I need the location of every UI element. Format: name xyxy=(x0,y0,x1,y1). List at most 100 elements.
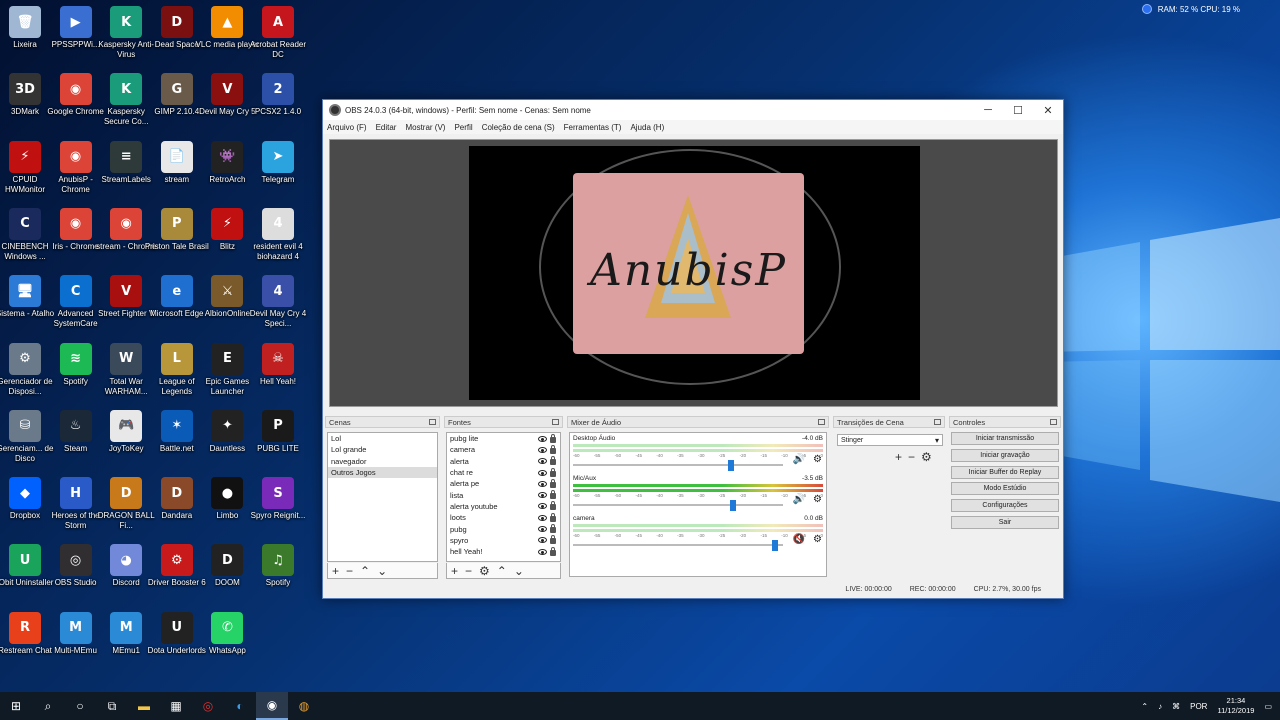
source-item[interactable]: alerta pe xyxy=(447,478,560,489)
gear-icon[interactable]: ⚙ xyxy=(813,454,822,465)
eye-icon[interactable] xyxy=(538,526,547,533)
chevron-up-icon[interactable]: ⌃ xyxy=(1141,702,1148,711)
move-up-icon[interactable]: ⌃ xyxy=(360,564,370,578)
move-down-icon[interactable]: ⌄ xyxy=(377,564,387,578)
move-up-icon[interactable]: ⌃ xyxy=(497,564,507,578)
gear-icon[interactable]: ⚙ xyxy=(921,450,932,464)
desktop-icon[interactable]: 4 resident evil 4 biohazard 4 xyxy=(246,204,310,270)
move-down-icon[interactable]: ⌄ xyxy=(514,564,524,578)
clock[interactable]: 21:34 11/12/2019 xyxy=(1217,696,1254,716)
lock-icon[interactable] xyxy=(550,433,556,443)
task-view-icon[interactable]: ⧉ xyxy=(96,692,128,720)
desktop-icon[interactable]: A Acrobat Reader DC xyxy=(246,2,310,68)
slider-knob[interactable] xyxy=(771,540,778,551)
scene-item[interactable]: navegador xyxy=(328,456,437,467)
lock-icon[interactable] xyxy=(550,535,556,545)
speaker-icon[interactable]: 🔊 xyxy=(793,494,805,505)
add-transition-button[interactable]: + xyxy=(895,450,902,464)
menu-mostrar[interactable]: Mostrar (V) xyxy=(405,123,445,132)
desktop-icon[interactable]: 4 Devil May Cry 4 Speci... xyxy=(246,271,310,337)
maximize-button[interactable]: ☐ xyxy=(1003,100,1033,120)
menu-editar[interactable]: Editar xyxy=(376,123,397,132)
source-item[interactable]: pubg xyxy=(447,523,560,534)
gear-icon[interactable]: ⚙ xyxy=(813,534,822,545)
lock-icon[interactable] xyxy=(550,546,556,556)
volume-slider[interactable] xyxy=(573,540,783,551)
slider-knob[interactable] xyxy=(729,500,736,511)
gear-icon[interactable]: ⚙ xyxy=(479,564,490,578)
file-explorer-icon[interactable]: ▬ xyxy=(128,692,160,720)
scene-item[interactable]: Lol xyxy=(328,433,437,444)
scene-item[interactable]: Outros Jogos xyxy=(328,466,437,479)
close-button[interactable]: ✕ xyxy=(1033,100,1063,120)
add-scene-button[interactable]: + xyxy=(332,564,339,578)
float-icon[interactable] xyxy=(552,419,559,425)
float-icon[interactable] xyxy=(429,419,436,425)
remove-transition-button[interactable]: − xyxy=(908,450,915,464)
search-icon[interactable]: ⌕ xyxy=(32,692,64,720)
lock-icon[interactable] xyxy=(550,501,556,511)
eye-icon[interactable] xyxy=(538,514,547,521)
cortana-icon[interactable]: ○ xyxy=(64,692,96,720)
menu-arquivo[interactable]: Arquivo (F) xyxy=(327,123,367,132)
eye-icon[interactable] xyxy=(538,548,547,555)
scene-item[interactable]: Lol grande xyxy=(328,444,437,455)
source-item[interactable]: alerta xyxy=(447,456,560,467)
start-recording-button[interactable]: Iniciar gravação xyxy=(951,448,1059,462)
menu-ferramentas[interactable]: Ferramentas (T) xyxy=(564,123,622,132)
source-item[interactable]: camera xyxy=(447,444,560,455)
remove-scene-button[interactable]: − xyxy=(346,564,353,578)
lock-icon[interactable] xyxy=(550,490,556,500)
menu-ajuda[interactable]: Ajuda (H) xyxy=(630,123,664,132)
preview-area[interactable]: AnubisP xyxy=(329,139,1058,407)
volume-slider[interactable] xyxy=(573,460,783,471)
start-replay-buffer-button[interactable]: Iniciar Buffer do Replay xyxy=(951,465,1059,479)
chrome-taskbar-icon[interactable]: ◍ xyxy=(288,692,320,720)
transition-select[interactable]: Stinger xyxy=(837,434,943,446)
eye-icon[interactable] xyxy=(538,435,547,442)
desktop-icon[interactable]: P PUBG LITE xyxy=(246,406,310,472)
lock-icon[interactable] xyxy=(550,512,556,522)
menu-perfil[interactable]: Perfil xyxy=(454,123,472,132)
eye-icon[interactable] xyxy=(538,537,547,544)
source-item[interactable]: alerta youtube xyxy=(447,501,560,512)
lock-icon[interactable] xyxy=(550,524,556,534)
lock-icon[interactable] xyxy=(550,456,556,466)
eye-icon[interactable] xyxy=(538,480,547,487)
float-icon[interactable] xyxy=(818,419,825,425)
eye-icon[interactable] xyxy=(538,446,547,453)
network-icon[interactable]: ⌘ xyxy=(1172,702,1180,711)
desktop-icon[interactable]: ✆ WhatsApp xyxy=(195,608,259,674)
start-button[interactable]: ⊞ xyxy=(0,692,32,720)
source-item[interactable]: loots xyxy=(447,512,560,523)
eye-icon[interactable] xyxy=(538,492,547,499)
desktop-icon[interactable]: ☠ Hell Yeah! xyxy=(246,339,310,405)
driver-booster-taskbar-icon[interactable]: ◎ xyxy=(192,692,224,720)
notification-icon[interactable]: ▭ xyxy=(1264,702,1272,711)
source-item[interactable]: lista xyxy=(447,489,560,500)
eye-icon[interactable] xyxy=(538,458,547,465)
slider-knob[interactable] xyxy=(727,460,734,471)
desktop-icon[interactable]: ♫ Spotify xyxy=(246,540,310,606)
desktop-icon[interactable]: ➤ Telegram xyxy=(246,137,310,203)
source-item[interactable]: pubg lite xyxy=(447,433,560,444)
float-icon[interactable] xyxy=(934,419,941,425)
source-item[interactable]: chat re xyxy=(447,467,560,478)
exit-button[interactable]: Sair xyxy=(951,515,1059,529)
source-item[interactable]: spyro xyxy=(447,535,560,546)
eye-icon[interactable] xyxy=(538,469,547,476)
lock-icon[interactable] xyxy=(550,478,556,488)
speaker-icon[interactable]: ♪ xyxy=(1158,702,1162,711)
speaker-muted-icon[interactable]: 🔇 xyxy=(793,534,805,545)
desktop-icon[interactable]: S Spyro Reignit... xyxy=(246,473,310,539)
settings-button[interactable]: Configurações xyxy=(951,499,1059,513)
language-indicator[interactable]: POR xyxy=(1190,702,1207,711)
calculator-icon[interactable]: ▦ xyxy=(160,692,192,720)
remove-source-button[interactable]: − xyxy=(465,564,472,578)
source-item[interactable]: hell Yeah! xyxy=(447,546,560,557)
start-streaming-button[interactable]: Iniciar transmissão xyxy=(951,432,1059,445)
float-icon[interactable] xyxy=(1050,419,1057,425)
obs-taskbar-icon[interactable]: ◉ xyxy=(256,692,288,720)
eye-icon[interactable] xyxy=(538,503,547,510)
lock-icon[interactable] xyxy=(550,467,556,477)
